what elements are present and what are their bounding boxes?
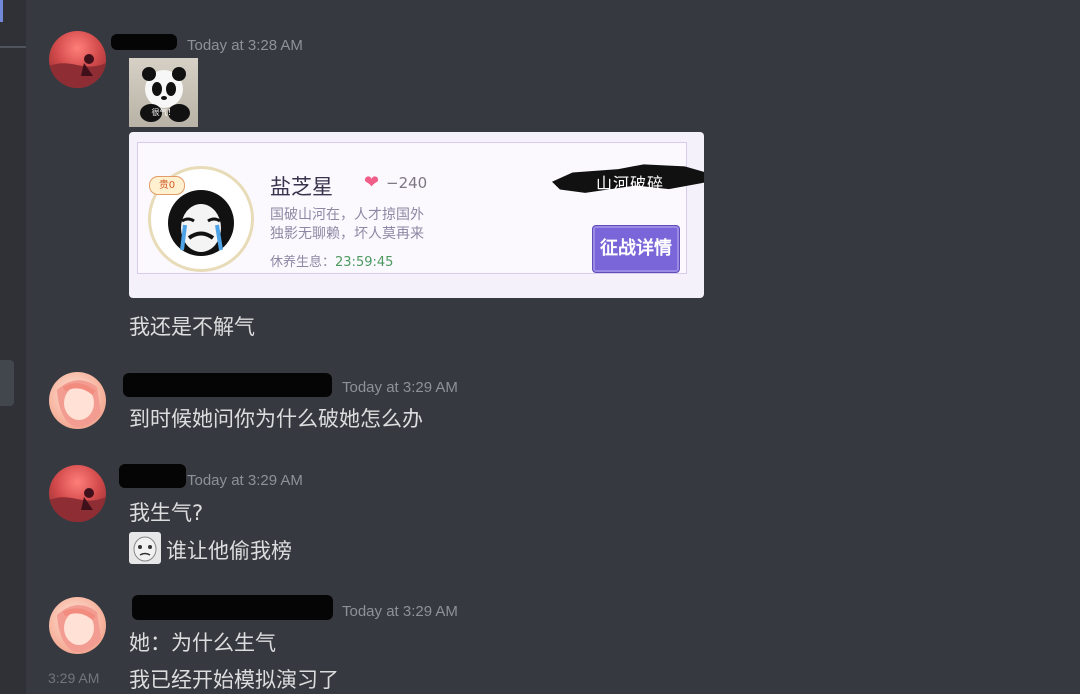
user-avatar-red[interactable] [49,465,106,522]
profile-card-frame: 贵0 盐芝星 ❤ −240 国破山河在，人才掠国外 独影无聊赖，坏人莫再来 休养… [137,142,704,274]
redacted-username [123,373,332,397]
card-player-name: 盐芝星 [270,175,333,199]
message-timestamp: Today at 3:29 AM [342,603,458,620]
battle-details-button[interactable]: 征战详情 [592,225,680,273]
message-text: 谁让他偷我榜 [166,539,292,563]
message-text: 我生气? [129,501,204,525]
brush-title: 山河破碎 [596,174,665,193]
rank-badge: 贵0 [149,176,185,195]
rest-timer: 23:59:45 [335,255,394,270]
message-text: 我还是不解气 [129,315,255,339]
redacted-username [132,595,333,620]
rail-divider [0,46,26,48]
redacted-username [119,464,186,488]
user-avatar-peach[interactable] [49,372,106,429]
channel-sidebar [0,0,26,694]
sticker-caption: 很气！ [151,108,176,117]
message-text: 我已经开始模拟演习了 [129,668,339,692]
user-avatar-peach[interactable] [49,597,106,654]
message-timestamp: Today at 3:29 AM [187,472,303,489]
message-timestamp: Today at 3:29 AM [342,379,458,396]
meme-face-icon [129,532,161,564]
rail-accent [0,0,3,22]
heart-icon: ❤ [364,172,380,193]
panda-sticker-image[interactable]: 很气！ [129,58,198,127]
message-timestamp: Today at 3:28 AM [187,37,303,54]
user-avatar-red[interactable] [49,31,106,88]
profile-card-image[interactable]: 贵0 盐芝星 ❤ −240 国破山河在，人才掠国外 独影无聊赖，坏人莫再来 休养… [129,132,704,298]
rest-label: 休养生息： [270,255,336,270]
message-text: 到时候她问你为什么破她怎么办 [129,407,423,431]
redacted-username [111,34,177,50]
motto-line-2: 独影无聊赖，坏人莫再来 [270,226,424,242]
rail-selected-pill[interactable] [0,360,14,406]
message-text: 她：为什么生气 [129,631,276,655]
motto-line-1: 国破山河在，人才掠国外 [270,207,424,223]
hover-timestamp: 3:29 AM [48,670,100,686]
rest-status: 休养生息：23:59:45 [270,251,393,270]
heart-points: −240 [386,174,428,192]
